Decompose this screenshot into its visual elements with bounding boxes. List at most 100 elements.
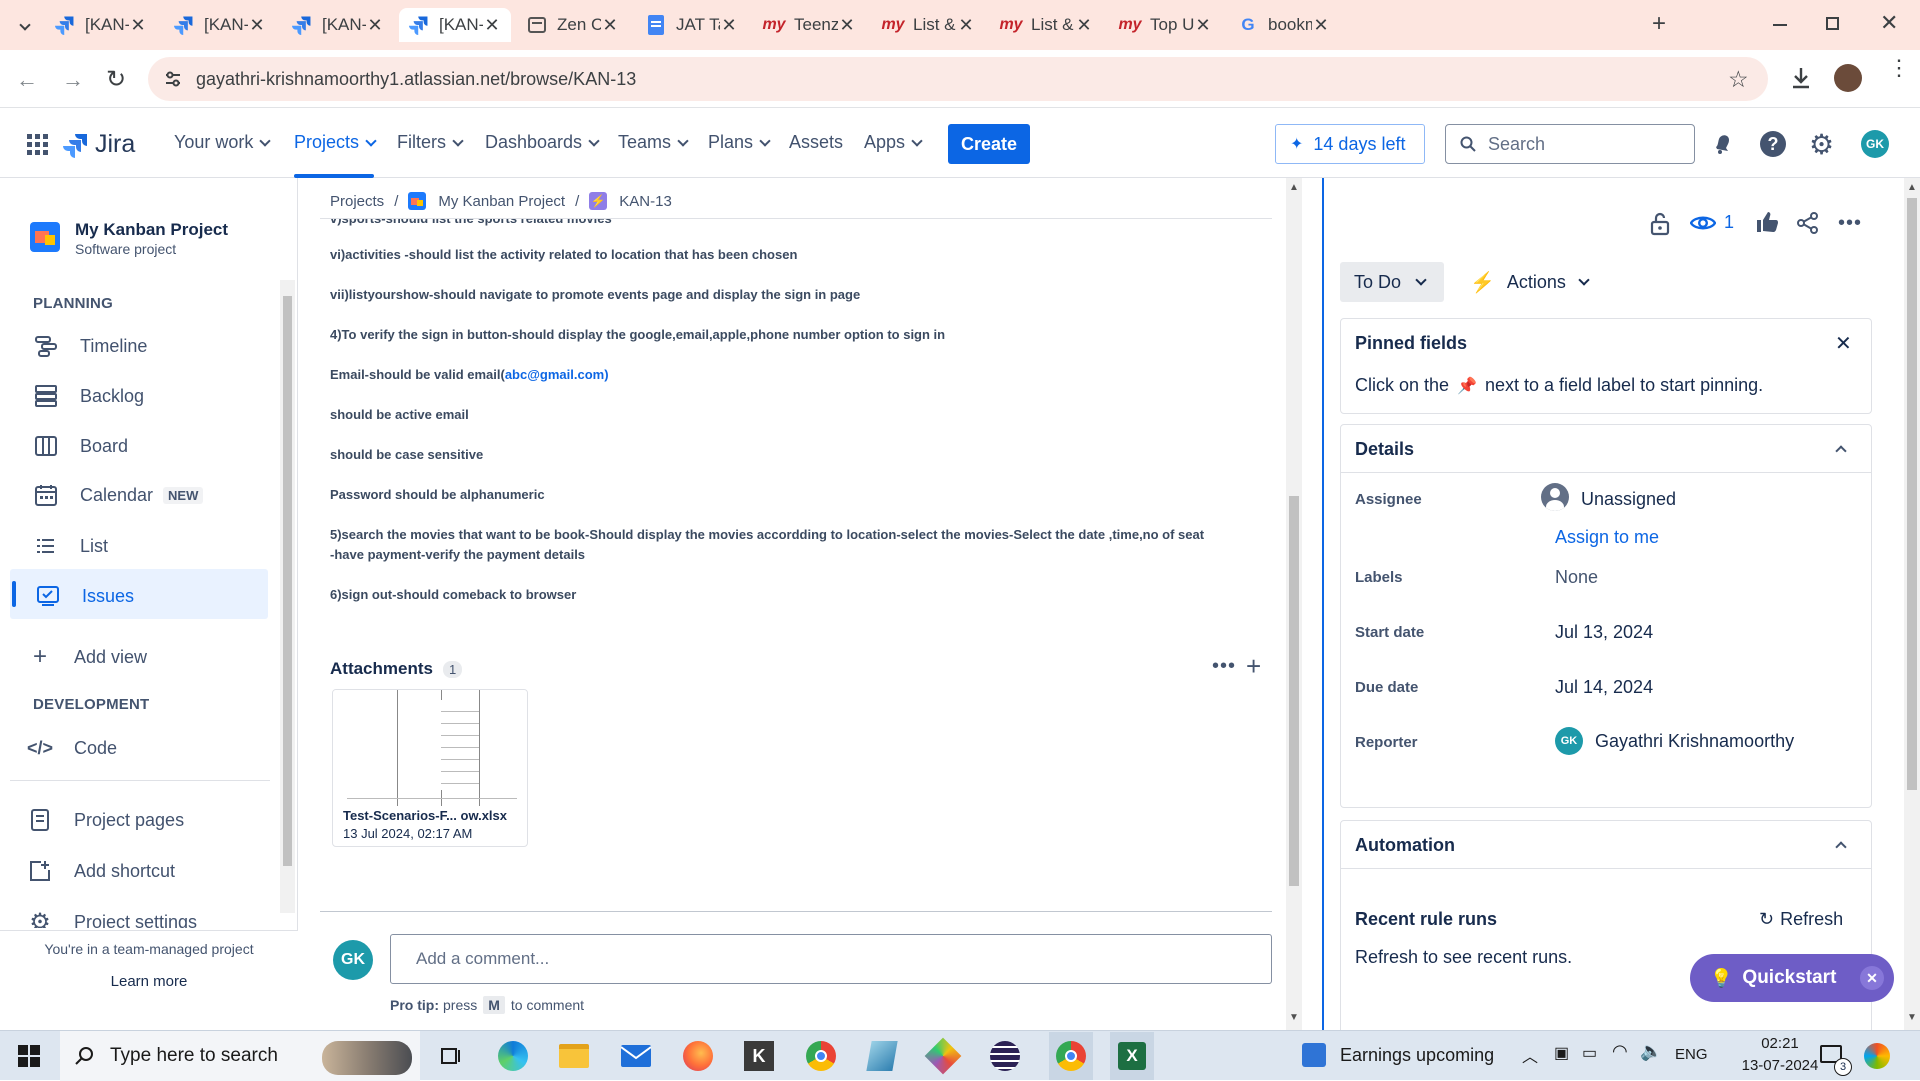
browser-menu-icon[interactable]: ⋮ [1888, 57, 1910, 79]
site-settings-icon[interactable] [164, 70, 182, 88]
browser-tab[interactable]: [KAN-13✕ [282, 8, 394, 42]
nav-plans[interactable]: Plans [708, 132, 771, 153]
panel-scroll-thumb[interactable] [1907, 198, 1917, 790]
windows-start-icon[interactable] [18, 1045, 40, 1067]
sidebar-item-backlog[interactable]: Backlog [34, 384, 144, 408]
sidebar-item-calendar[interactable]: Calendar NEW [34, 483, 204, 507]
trial-button[interactable]: ✦ 14 days left [1275, 124, 1425, 164]
tab-close-icon[interactable]: ✕ [1075, 15, 1093, 36]
nav-dashboards[interactable]: Dashboards [485, 132, 600, 153]
reload-icon[interactable]: ↻ [106, 65, 126, 94]
close-quickstart-icon[interactable]: ✕ [1860, 966, 1884, 990]
scroll-up-icon[interactable]: ▲ [1904, 182, 1920, 193]
learn-more-link[interactable]: Learn more [0, 973, 298, 990]
quickstart-button[interactable]: 💡 Quickstart ✕ [1690, 954, 1894, 1002]
browser-tab[interactable]: my List & M✕ [991, 8, 1103, 42]
main-scrollbar[interactable]: ▲ ▼ [1286, 178, 1302, 1030]
browser-tab[interactable]: my Teenz 2D✕ [754, 8, 866, 42]
breadcrumb-issue[interactable]: KAN-13 [619, 193, 672, 210]
more-options-icon[interactable]: ••• [1212, 655, 1236, 678]
scroll-down-icon[interactable]: ▼ [1286, 1012, 1302, 1023]
settings-gear-icon[interactable]: ⚙ [1809, 128, 1834, 161]
volume-icon[interactable]: 🔈 [1640, 1041, 1662, 1062]
watch-button[interactable]: 1 [1690, 212, 1734, 233]
notes-app-icon[interactable] [864, 1038, 900, 1074]
tab-close-icon[interactable]: ✕ [1194, 15, 1212, 36]
tab-close-icon[interactable]: ✕ [838, 15, 856, 36]
refresh-button[interactable]: ↻ Refresh [1759, 909, 1843, 930]
kotlin-app-icon[interactable]: K [741, 1038, 777, 1074]
earnings-widget[interactable]: Earnings upcoming [1340, 1045, 1494, 1066]
assignee-value[interactable]: Unassigned [1581, 489, 1676, 510]
sidebar-item-list[interactable]: List [34, 534, 108, 558]
edge-icon[interactable] [495, 1038, 531, 1074]
close-icon[interactable]: ✕ [1835, 331, 1852, 356]
sidebar-scrollbar[interactable] [280, 280, 295, 913]
main-scroll-thumb[interactable] [1289, 496, 1299, 886]
scroll-down-icon[interactable]: ▼ [1904, 1012, 1920, 1023]
eclipse-icon[interactable] [987, 1038, 1023, 1074]
clock-time[interactable]: 02:21 [1730, 1035, 1830, 1052]
jira-search-input[interactable]: Search [1445, 124, 1695, 164]
language-indicator[interactable]: ENG [1675, 1046, 1708, 1063]
earnings-chart-icon[interactable] [1302, 1043, 1326, 1067]
chrome-icon[interactable] [803, 1038, 839, 1074]
more-actions-icon[interactable]: ••• [1838, 212, 1862, 235]
restore-icon[interactable] [1826, 17, 1839, 30]
tab-close-icon[interactable]: ✕ [129, 15, 147, 36]
taskbar-search-box[interactable]: Type here to search [60, 1031, 420, 1081]
new-tab-icon[interactable]: + [1652, 10, 1666, 38]
minimize-icon[interactable] [1773, 24, 1787, 26]
nav-projects[interactable]: Projects [294, 132, 377, 153]
due-date-value[interactable]: Jul 14, 2024 [1555, 677, 1653, 698]
browser-tab[interactable]: [KAN-13✕ [45, 8, 157, 42]
sidebar-item-add-view[interactable]: + Add view [28, 643, 147, 670]
user-avatar[interactable]: GK [1861, 130, 1889, 158]
tab-close-icon[interactable]: ✕ [957, 15, 975, 36]
forward-icon[interactable]: → [62, 67, 84, 93]
automation-header[interactable]: Automation [1341, 821, 1871, 869]
browser-tab[interactable]: JAT Task✕ [636, 8, 748, 42]
breadcrumb-project[interactable]: My Kanban Project [438, 193, 565, 210]
browser-tab[interactable]: [KAN-13✕ [164, 8, 276, 42]
browser-tab[interactable]: my List & M✕ [873, 8, 985, 42]
close-window-icon[interactable]: ✕ [1880, 10, 1898, 36]
nav-assets[interactable]: Assets [789, 132, 843, 153]
nav-teams[interactable]: Teams [618, 132, 689, 153]
tab-close-icon[interactable]: ✕ [366, 15, 384, 36]
tab-close-icon[interactable]: ✕ [248, 15, 266, 36]
file-explorer-icon[interactable] [556, 1038, 592, 1074]
browser-tab[interactable]: my Top Upc✕ [1110, 8, 1222, 42]
notifications-icon[interactable] [1712, 132, 1734, 156]
labels-value[interactable]: None [1555, 567, 1598, 588]
status-dropdown[interactable]: To Do [1340, 262, 1444, 302]
sidebar-item-issues[interactable]: Issues [36, 584, 134, 608]
details-header[interactable]: Details [1341, 425, 1871, 473]
tab-close-icon[interactable]: ✕ [483, 15, 501, 36]
git-app-icon[interactable] [924, 1037, 962, 1075]
mail-icon[interactable] [618, 1038, 654, 1074]
tab-close-icon[interactable]: ✕ [720, 15, 738, 36]
sidebar-scroll-thumb[interactable] [283, 296, 292, 866]
download-icon[interactable] [1790, 66, 1812, 90]
device-icon[interactable]: ▣ [1554, 1043, 1569, 1063]
profile-avatar[interactable] [1834, 64, 1862, 92]
show-hidden-icons-chevron-icon[interactable]: ︿ [1522, 1043, 1538, 1067]
panel-scrollbar[interactable]: ▲ ▼ [1904, 178, 1920, 1030]
sidebar-item-project-settings[interactable]: ⚙ Project settings [28, 910, 197, 928]
task-view-icon[interactable] [432, 1038, 468, 1074]
restrictions-lock-icon[interactable] [1650, 212, 1670, 236]
sidebar-item-project-pages[interactable]: Project pages [28, 808, 184, 832]
create-button[interactable]: Create [948, 124, 1030, 164]
chrome-active-icon[interactable] [1049, 1032, 1093, 1080]
assign-to-me-link[interactable]: Assign to me [1555, 527, 1659, 548]
attachment-card[interactable]: Test-Scenarios-F... ow.xlsx 13 Jul 2024,… [332, 689, 528, 847]
reporter-value[interactable]: Gayathri Krishnamoorthy [1595, 731, 1794, 752]
scroll-up-icon[interactable]: ▲ [1286, 182, 1302, 193]
battery-icon[interactable]: ▭ [1582, 1043, 1597, 1063]
app-switcher-icon[interactable] [27, 134, 49, 156]
add-attachment-icon[interactable]: + [1246, 651, 1261, 682]
help-icon[interactable]: ? [1760, 131, 1786, 157]
nav-your-work[interactable]: Your work [174, 132, 272, 153]
tab-close-icon[interactable]: ✕ [601, 15, 619, 36]
